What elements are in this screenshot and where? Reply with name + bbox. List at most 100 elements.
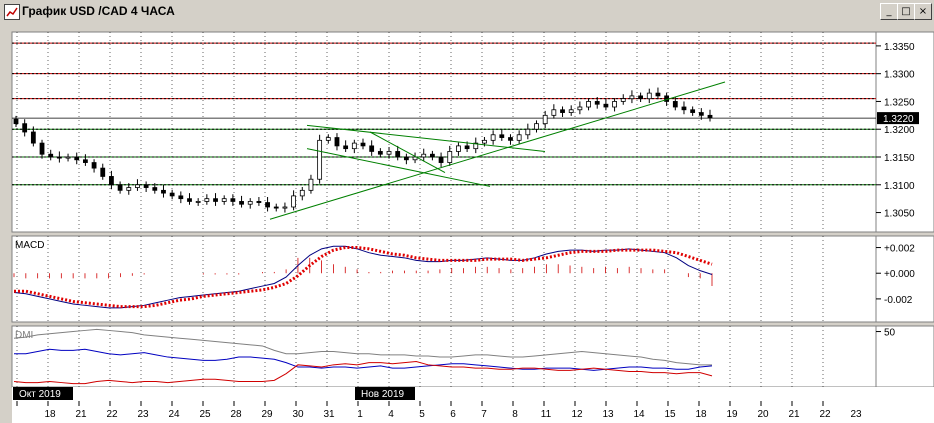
candle-body	[152, 187, 158, 191]
candle-body	[22, 123, 28, 133]
candle-body	[698, 112, 704, 116]
day-label: 21	[75, 409, 87, 420]
day-label: 13	[602, 409, 614, 420]
candle-body	[247, 201, 253, 205]
candle-body	[620, 98, 626, 102]
macd-tick-label: +0.002	[884, 244, 915, 255]
dmi-panel[interactable]	[11, 325, 877, 388]
current-price-label: 1.3220	[883, 114, 914, 125]
candle-body	[126, 187, 132, 191]
candle-body	[655, 92, 661, 97]
candle-body	[603, 103, 609, 108]
price-tick-label: 1.3050	[884, 209, 915, 220]
candle-body	[169, 192, 175, 197]
candle-body	[30, 131, 36, 144]
candle-body	[48, 153, 54, 158]
candle-body	[187, 198, 192, 202]
day-label: 19	[726, 409, 738, 420]
candle-body	[213, 198, 218, 202]
chart-app-icon	[4, 4, 20, 20]
close-button[interactable]: ×	[914, 3, 932, 20]
candle-body	[508, 137, 513, 141]
candle-body	[221, 198, 227, 202]
day-label: 4	[388, 409, 394, 420]
price-tick-label: 1.3200	[884, 125, 915, 136]
candle-body	[646, 92, 652, 100]
candle-body	[230, 198, 236, 202]
candle-body	[464, 145, 470, 150]
maximize-button[interactable]: □	[897, 3, 915, 20]
day-label: 23	[137, 409, 149, 420]
candle-body	[195, 201, 201, 203]
price-tick-label: 1.3150	[884, 153, 915, 164]
candle-body	[568, 109, 574, 113]
candle-body	[369, 145, 375, 152]
candle-body	[265, 202, 270, 208]
candle-body	[317, 139, 323, 180]
day-label: 12	[571, 409, 583, 420]
day-label: 18	[44, 409, 56, 420]
candle-body	[542, 114, 548, 125]
candle-body	[490, 134, 496, 141]
price-tick-label: 1.3100	[884, 181, 915, 192]
candle-body	[690, 109, 696, 113]
day-label: 30	[292, 409, 304, 420]
candle-body	[239, 201, 244, 205]
day-label: 31	[323, 409, 335, 420]
candle-body	[56, 156, 62, 159]
candle-body	[343, 145, 349, 150]
candle-body	[421, 153, 427, 158]
candle-body	[351, 142, 357, 150]
candle-body	[100, 167, 106, 177]
macd-tick-label: -0.002	[884, 295, 913, 306]
month-label-nov: Нов 2019	[361, 389, 405, 400]
candle-body	[429, 153, 435, 158]
day-label: 5	[419, 409, 425, 420]
day-label: 6	[450, 409, 456, 420]
price-panel[interactable]	[11, 31, 877, 233]
candle-body	[403, 156, 409, 161]
candle-body	[13, 118, 19, 125]
candle-body	[672, 101, 678, 108]
candle-body	[91, 162, 97, 169]
candle-body	[456, 145, 461, 152]
candle-body	[325, 137, 331, 141]
candle-body	[282, 206, 288, 209]
day-label: 1	[357, 409, 363, 420]
candle-body	[161, 189, 166, 194]
candle-body	[334, 137, 340, 147]
window-titlebar: График USD /CAD 4 ЧАСА _ □ ×	[0, 0, 934, 23]
candle-body	[65, 156, 71, 159]
minimize-button[interactable]: _	[880, 3, 898, 20]
day-label: 28	[230, 409, 242, 420]
candle-body	[117, 184, 123, 191]
macd-tick-label: +0.000	[884, 269, 915, 280]
day-label: 29	[261, 409, 273, 420]
day-label: 25	[199, 409, 211, 420]
candle-body	[135, 184, 140, 188]
candle-body	[395, 151, 401, 158]
candle-body	[681, 106, 687, 111]
day-label: 11	[541, 409, 552, 420]
candle-body	[560, 109, 565, 113]
candle-body	[74, 156, 80, 161]
price-tick-label: 1.3300	[884, 70, 915, 81]
candle-body	[638, 95, 643, 100]
candle-body	[594, 101, 600, 105]
candle-body	[499, 134, 505, 138]
month-label-oct: Окт 2019	[19, 389, 61, 400]
chart-area[interactable]: 18 21 22 23 24 25 28 29 30 31 1 4 5 6 7 8 11 12 13 14 15 18 19…	[0, 22, 934, 423]
candle-body	[204, 198, 210, 202]
candle-body	[291, 195, 297, 208]
candle-body	[299, 189, 305, 197]
day-label: 20	[757, 409, 769, 420]
macd-panel[interactable]	[11, 235, 877, 323]
day-label: 14	[633, 409, 645, 420]
candle-body	[612, 101, 617, 108]
candle-body	[109, 176, 114, 186]
candle-body	[256, 201, 262, 203]
candle-body	[386, 151, 392, 155]
dmi-tick-label: 50	[884, 328, 896, 339]
candle-body	[447, 151, 453, 163]
day-label: 24	[168, 409, 180, 420]
